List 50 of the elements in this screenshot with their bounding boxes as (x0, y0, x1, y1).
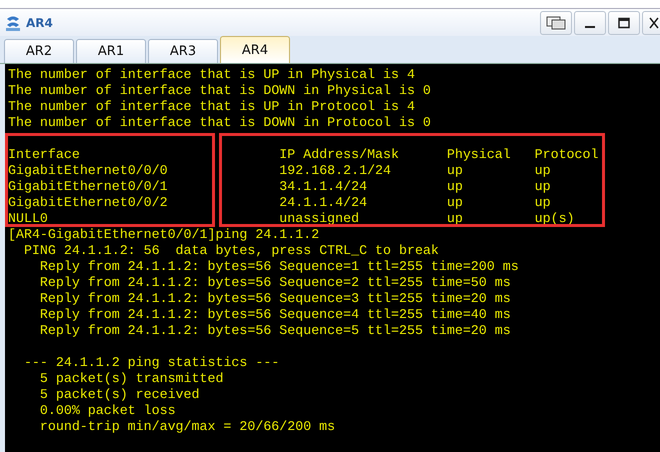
table-cell-text: up (446, 195, 464, 211)
minimize-button[interactable] (574, 10, 606, 34)
terminal-line: Reply from 24.1.1.2: bytes=56 Sequence=4 ttl=255 time=40 ms (40, 307, 511, 323)
table-cell-text: 192.168.2.1/24 (279, 163, 392, 179)
table-cell: up (534, 195, 551, 211)
tab[interactable]: AR3 (148, 39, 218, 63)
tab[interactable]: AR1 (76, 39, 146, 63)
table-cell-text: 24.1.1.4/24 (279, 195, 368, 211)
table-cell-text: up (446, 211, 464, 227)
close-icon (649, 16, 659, 28)
terminal-line: 0.00% packet loss (40, 403, 176, 419)
restore-button[interactable] (540, 10, 572, 34)
restore-icon (545, 16, 567, 30)
terminal-line: Reply from 24.1.1.2: bytes=56 Sequence=2 ttl=255 time=50 ms (40, 275, 511, 291)
terminal-line: --- 24.1.1.2 ping statistics --- (24, 355, 280, 371)
column-header: Physical (446, 147, 512, 163)
terminal-line: The number of interface that is UP in Protocol is 4 (8, 99, 415, 115)
terminal-line: 5 packet(s) transmitted (40, 371, 224, 387)
table-cell-text: GigabitEthernet0/0/1 (8, 179, 169, 195)
window-title: AR4 (26, 16, 53, 30)
close-button[interactable] (642, 10, 660, 34)
maximize-icon (618, 16, 630, 28)
terminal-line: The number of interface that is DOWN in Protocol is 0 (8, 115, 431, 131)
command-line: [AR4-GigabitEthernet0/0/1]ping 24.1.1.2 (8, 227, 320, 243)
tab[interactable]: AR2 (4, 39, 74, 63)
terminal-line: Reply from 24.1.1.2: bytes=56 Sequence=5 ttl=255 time=20 ms (40, 323, 511, 339)
tab[interactable]: AR4 (220, 36, 290, 63)
app-icon (4, 14, 22, 32)
terminal-line: Reply from 24.1.1.2: bytes=56 Sequence=3 ttl=255 time=20 ms (40, 291, 511, 307)
table-cell-text: unassigned (279, 211, 360, 227)
terminal-line: Reply from 24.1.1.2: bytes=56 Sequence=1 ttl=255 time=200 ms (40, 259, 519, 275)
terminal-line: The number of interface that is DOWN in Physical is 0 (8, 83, 431, 99)
table-cell-text: up (446, 179, 464, 195)
terminal-line: PING 24.1.1.2: 56 data bytes, press CTRL_C to break (24, 243, 439, 259)
table-cell-text: GigabitEthernet0/0/0 (8, 163, 169, 179)
table-cell-text: 34.1.1.4/24 (279, 179, 368, 195)
column-header: IP Address/Mask (279, 147, 400, 163)
terminal-line: round-trip min/avg/max = 20/66/200 ms (40, 419, 336, 435)
maximize-button[interactable] (608, 10, 640, 34)
terminal-line: The number of interface that is UP in Physical is 4 (8, 67, 415, 83)
table-cell-text: up (446, 163, 464, 179)
table-cell-text: NULL0 (8, 211, 49, 227)
table-cell-text: GigabitEthernet0/0/2 (8, 195, 169, 211)
table-cell: up (534, 163, 551, 179)
table-cell: up(s) (534, 211, 575, 227)
table-cell: up (534, 179, 551, 195)
terminal-line: 5 packet(s) received (40, 387, 200, 403)
minimize-icon (585, 26, 595, 28)
column-header: Interface (8, 147, 81, 163)
column-header: Protocol (534, 147, 598, 163)
